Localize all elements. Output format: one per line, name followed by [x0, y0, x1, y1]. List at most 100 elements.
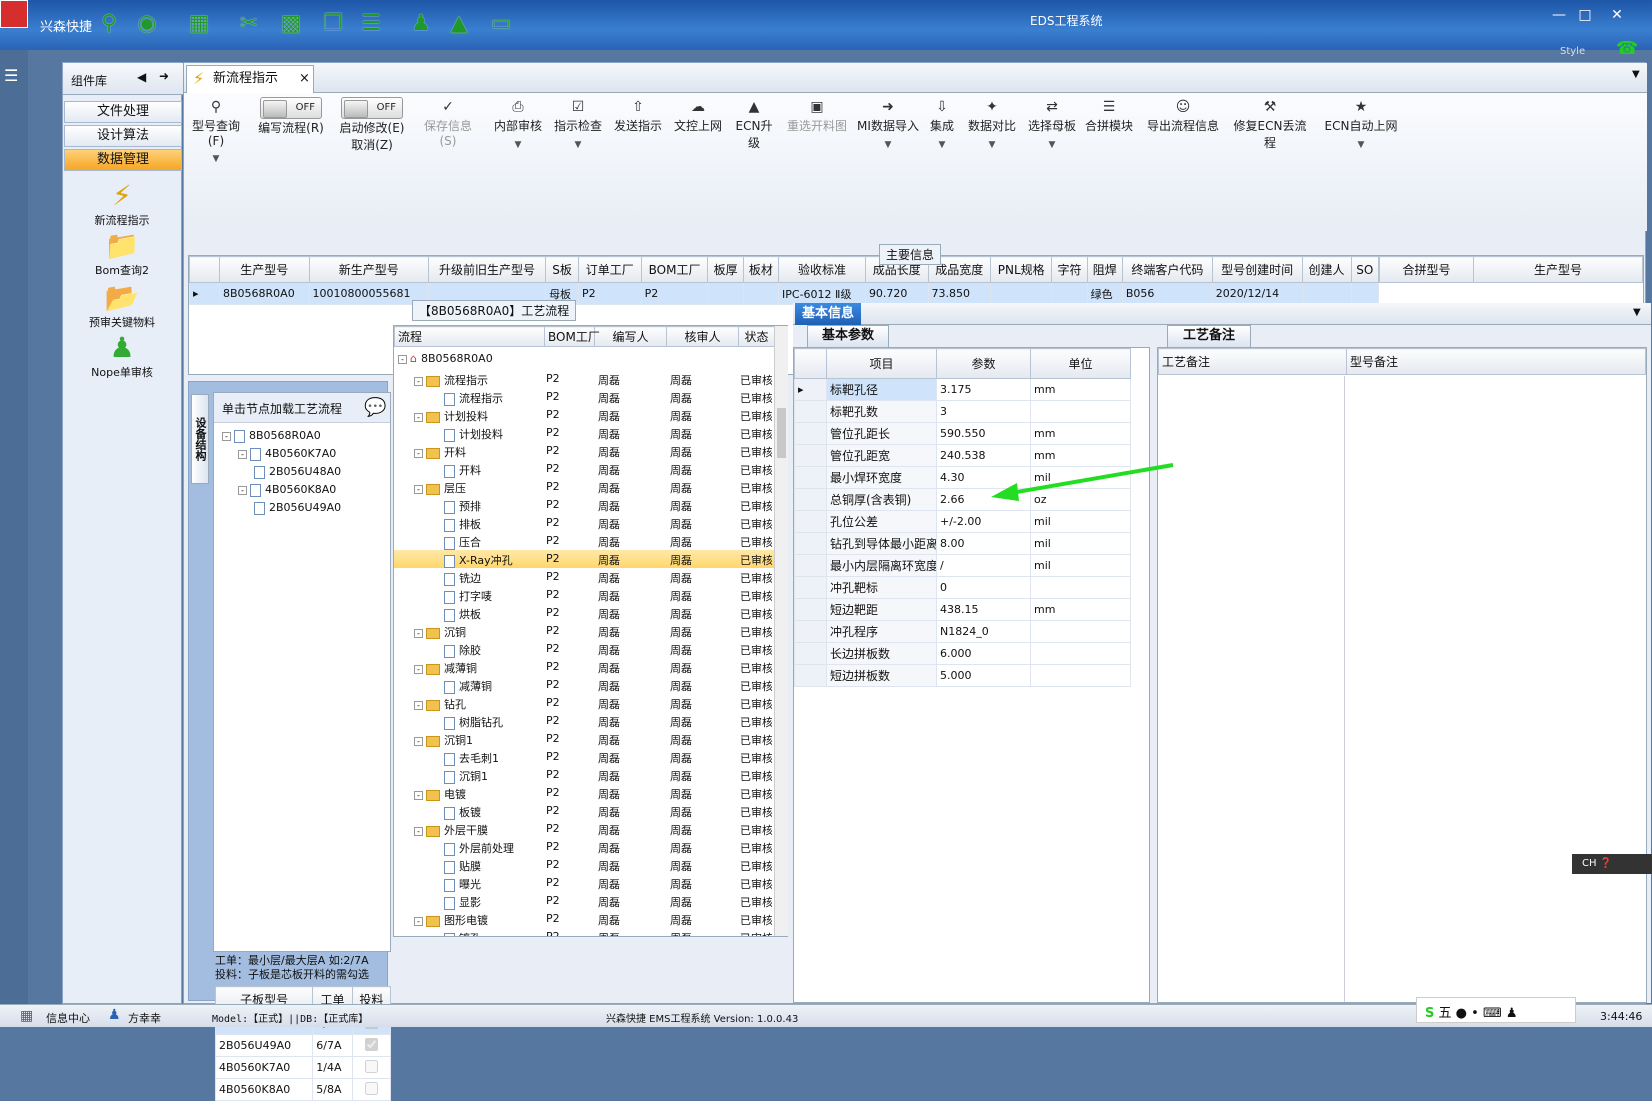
tab-new-flow[interactable]: ⚡ 新流程指示 × — [186, 65, 314, 93]
param-row[interactable]: 钻孔到导体最小距离 8.00 mil — [794, 532, 1131, 555]
expand-icon[interactable]: - — [222, 431, 231, 441]
column-header[interactable]: 阻焊 — [1086, 256, 1123, 283]
chevron-down-icon[interactable]: ▼ — [1633, 307, 1641, 318]
param-value[interactable]: 0 — [936, 576, 1031, 599]
column-header[interactable]: 流程 — [394, 326, 545, 347]
tree-node[interactable]: - 8B0568R0A0 — [222, 429, 321, 447]
flow-row[interactable]: 打字唛 P2 周磊 周磊 已审核 — [394, 586, 774, 604]
menu-icon[interactable]: ☰ — [4, 66, 18, 85]
nav-item-data[interactable]: 数据管理 — [64, 149, 182, 171]
column-header[interactable]: SO — [1350, 256, 1380, 283]
flow-row[interactable]: - 层压 P2 周磊 周磊 已审核 — [394, 478, 774, 496]
param-value[interactable]: 590.550 — [936, 422, 1031, 445]
grid-icon[interactable]: ▦ — [20, 1008, 33, 1024]
flow-row[interactable]: 压合 P2 周磊 周磊 已审核 — [394, 532, 774, 550]
column-header[interactable]: 核审人 — [666, 326, 739, 347]
column-header[interactable]: 验收标准 — [778, 256, 866, 283]
export-flow-button[interactable]: ☺ 导出流程信息 — [1144, 99, 1222, 134]
data-compare-button[interactable]: ✦ 数据对比 ▼ — [964, 99, 1020, 150]
table-cell[interactable]: IPC-6012 Ⅱ级 — [778, 282, 866, 305]
flow-row[interactable]: 外层前处理 P2 周磊 周磊 已审核 — [394, 838, 774, 856]
tab-basic-info[interactable]: 基本信息 — [795, 303, 861, 325]
flow-row[interactable]: - 减薄铜 P2 周磊 周磊 已审核 — [394, 658, 774, 676]
table-cell[interactable] — [707, 282, 744, 305]
flow-row[interactable]: 铣边 P2 周磊 周磊 已审核 — [394, 568, 774, 586]
column-header[interactable]: 板厚 — [707, 256, 744, 283]
column-header[interactable]: 型号创建时间 — [1211, 256, 1303, 283]
monitor-icon[interactable]: ▭ — [488, 10, 514, 36]
column-header[interactable]: 订单工厂 — [578, 256, 642, 283]
table-cell[interactable]: 8B0568R0A0 — [219, 282, 310, 305]
flow-row[interactable]: 曝光 P2 周磊 周磊 已审核 — [394, 874, 774, 892]
tree-node[interactable]: - 4B0560K8A0 — [238, 483, 336, 501]
shortcut-new-flow[interactable]: ⚡ 新流程指示 — [63, 179, 181, 228]
expand-icon[interactable]: - — [238, 485, 247, 495]
film-icon[interactable]: ▩ — [278, 10, 304, 36]
flow-row[interactable]: 开料 P2 周磊 周磊 已审核 — [394, 460, 774, 478]
column-header[interactable]: 项目 — [826, 348, 937, 379]
flow-row[interactable]: - 图形电镀 P2 周磊 周磊 已审核 — [394, 910, 774, 928]
integrate-button[interactable]: ⇩ 集成 ▼ — [924, 99, 960, 150]
ime-toolbar[interactable]: S 五 ● • ⌨ ♟ — [1416, 997, 1576, 1023]
column-header[interactable]: 创建人 — [1301, 256, 1352, 283]
column-header[interactable]: 新生产型号 — [308, 256, 429, 283]
column-header[interactable]: 终端客户代码 — [1121, 256, 1213, 283]
param-row[interactable]: 短边靶距 438.15 mm — [794, 598, 1131, 621]
column-header[interactable]: 编写人 — [594, 326, 667, 347]
start-edit-toggle[interactable]: OFF 启动修改(E) 取消(Z) — [336, 97, 408, 153]
collapse-icon[interactable]: ◀ — [137, 70, 146, 84]
chat-icon[interactable]: 💬 — [364, 397, 386, 418]
flow-row[interactable]: 预排 P2 周磊 周磊 已审核 — [394, 496, 774, 514]
param-row[interactable]: 最小内层隔离环宽度 / mil — [794, 554, 1131, 577]
param-value[interactable]: 438.15 — [936, 598, 1031, 621]
nav-item-file[interactable]: 文件处理 — [64, 101, 182, 123]
save-info-button[interactable]: ✓ 保存信息(S) — [416, 99, 480, 148]
chart-icon[interactable]: ▲ — [446, 10, 472, 36]
column-header[interactable]: 状态 — [738, 326, 775, 347]
param-value[interactable]: +/-2.00 — [936, 510, 1031, 533]
param-value[interactable]: 3 — [936, 400, 1031, 423]
flow-row[interactable]: X-Ray冲孔 P2 周磊 周磊 已审核 — [394, 550, 774, 568]
param-value[interactable]: N1824_0 — [936, 620, 1031, 643]
table-cell[interactable]: B056 — [1121, 282, 1213, 305]
flow-row[interactable]: - 外层干膜 P2 周磊 周磊 已审核 — [394, 820, 774, 838]
tab-process-notes[interactable]: 工艺备注 — [1167, 325, 1251, 347]
flow-row[interactable]: 镀孔P2周磊周磊已审核 — [394, 928, 774, 936]
table-cell[interactable]: 10010800055681 — [308, 282, 429, 305]
column-header[interactable]: PNL规格 — [990, 256, 1053, 283]
param-value[interactable]: 3.175 — [936, 378, 1031, 401]
flow-row[interactable]: - 开料 P2 周磊 周磊 已审核 — [394, 442, 774, 460]
flow-row[interactable]: 沉铜1 P2 周磊 周磊 已审核 — [394, 766, 774, 784]
model-query-button[interactable]: ⚲ 型号查询(F) ▼ — [184, 99, 248, 164]
internal-review-button[interactable]: ⎙ 内部审核 ▼ — [492, 99, 544, 150]
param-row[interactable]: 长边拼板数 6.000 — [794, 642, 1131, 665]
flow-row[interactable]: 烘板 P2 周磊 周磊 已审核 — [394, 604, 774, 622]
table-cell[interactable]: P2 — [578, 282, 642, 305]
column-header[interactable]: BOM工厂 — [640, 256, 709, 283]
ime-bar[interactable]: CH ❓ — [1572, 854, 1652, 874]
param-value[interactable]: 6.000 — [936, 642, 1031, 665]
merge-module-button[interactable]: ☰ 合拼模块 — [1082, 99, 1136, 134]
feed-checkbox[interactable] — [364, 1037, 378, 1051]
phone-icon[interactable]: ☎ — [1616, 38, 1638, 59]
column-header[interactable]: 字符 — [1051, 256, 1088, 283]
flow-row[interactable]: - 流程指示 P2 周磊 周磊 已审核 — [394, 370, 774, 388]
ecn-upgrade-button[interactable]: ▲ ECN升级 — [730, 99, 778, 151]
copy-icon[interactable]: ❐ — [320, 10, 346, 36]
expand-icon[interactable]: - — [238, 449, 247, 459]
select-mother-button[interactable]: ⇄ 选择母板 ▼ — [1026, 99, 1078, 150]
nav-item-design[interactable]: 设计算法 — [64, 125, 182, 147]
chevron-down-icon[interactable]: ▼ — [1632, 69, 1640, 80]
flow-row[interactable]: 贴膜 P2 周磊 周磊 已审核 — [394, 856, 774, 874]
write-flow-toggle[interactable]: OFF 编写流程(R) — [256, 97, 326, 136]
scroll-thumb[interactable] — [777, 408, 786, 458]
table-cell[interactable]: 73.850 — [927, 282, 992, 305]
param-row[interactable]: 管位孔距长 590.550 mm — [794, 422, 1131, 445]
table-cell[interactable]: 90.720 — [864, 282, 929, 305]
param-row[interactable]: 冲孔靶标 0 — [794, 576, 1131, 599]
shortcut-nope-review[interactable]: ♟ Nope单审核 — [63, 331, 181, 380]
flow-row[interactable]: 板镀 P2 周磊 周磊 已审核 — [394, 802, 774, 820]
doc-control-button[interactable]: ☁ 文控上网 — [672, 99, 724, 134]
pin-icon[interactable]: ➜ — [159, 69, 169, 83]
flow-row[interactable]: 减薄铜 P2 周磊 周磊 已审核 — [394, 676, 774, 694]
